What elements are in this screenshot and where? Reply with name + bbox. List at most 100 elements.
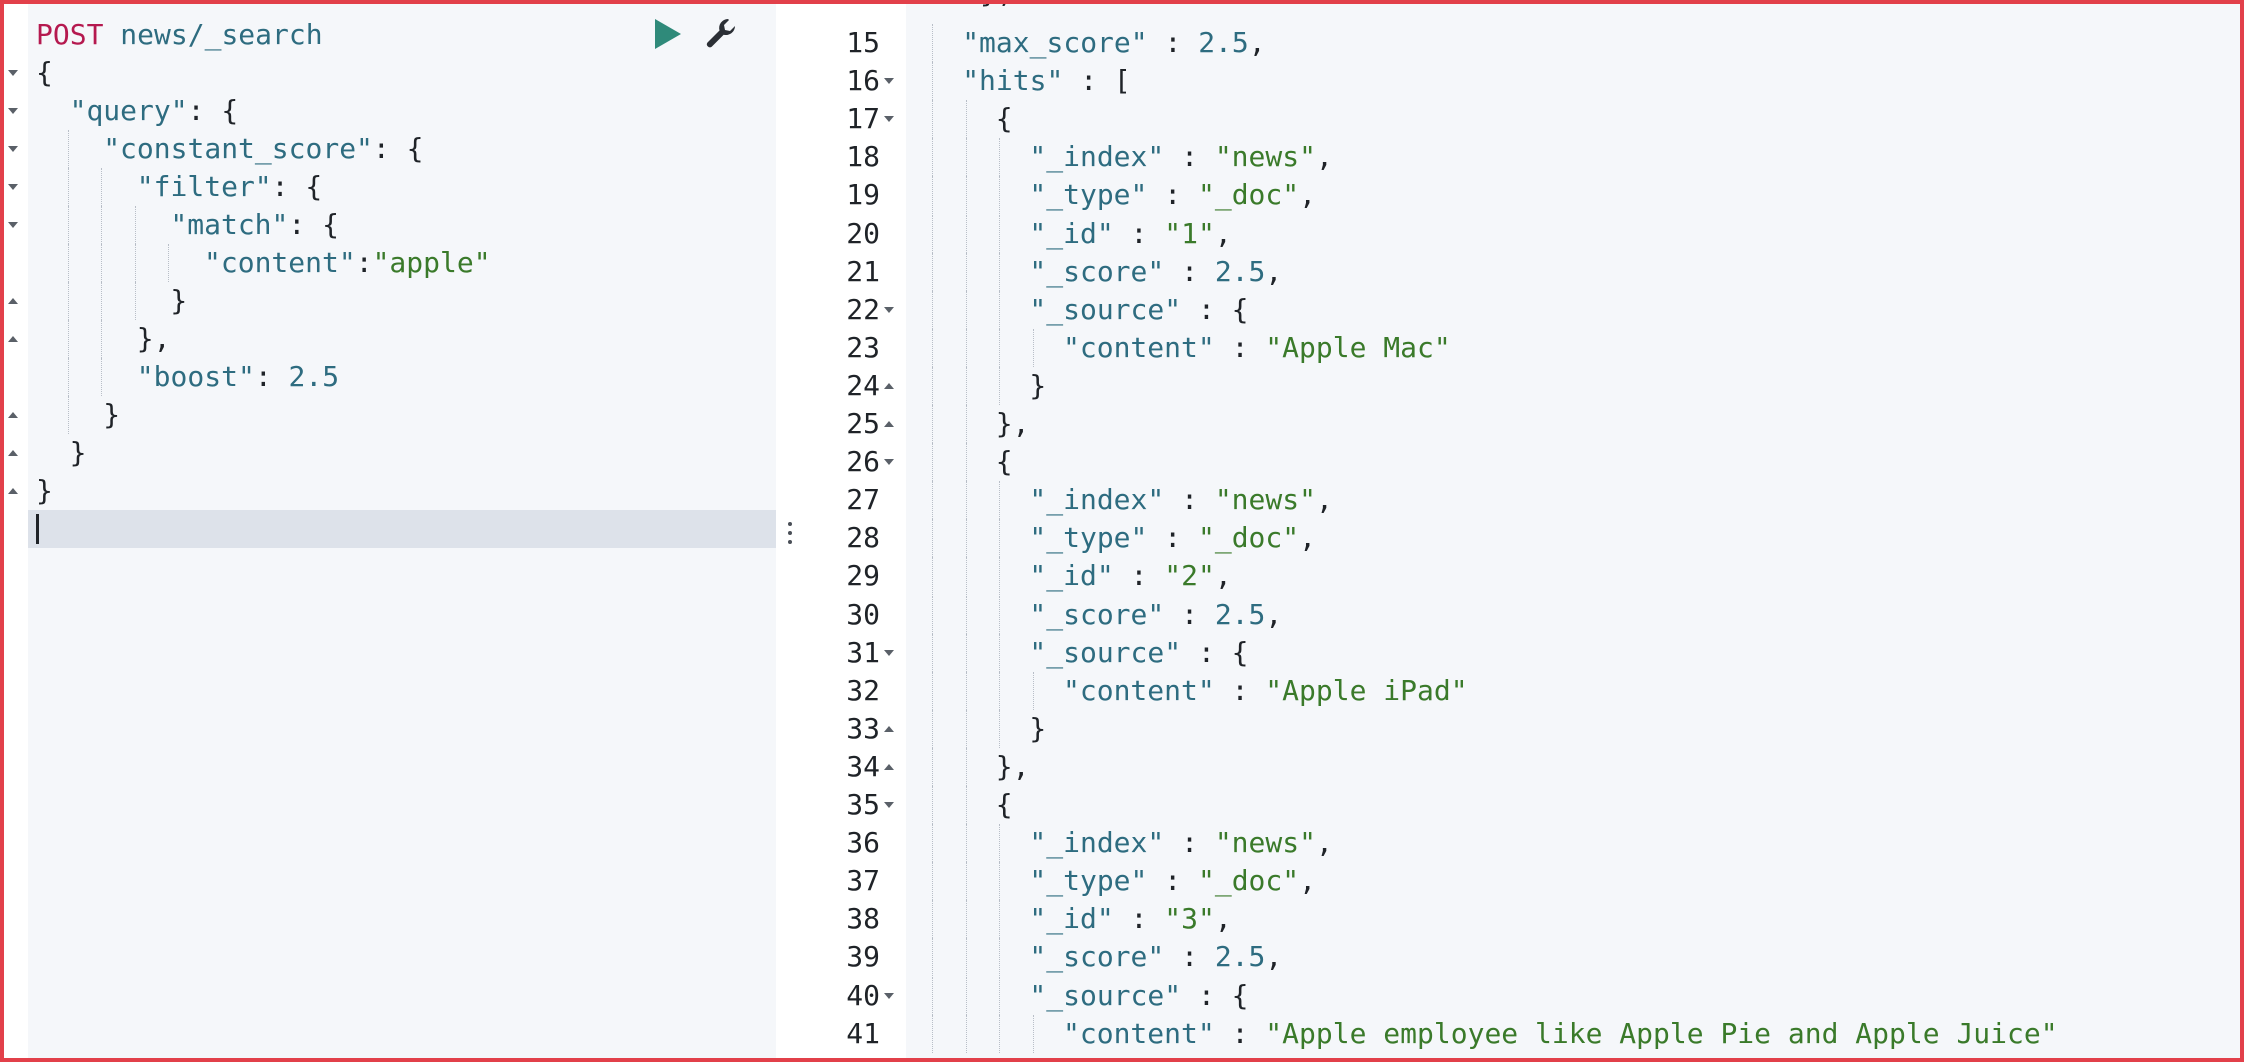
request-code-line: }	[70, 434, 87, 472]
fold-toggle-collapse[interactable]	[6, 168, 20, 206]
code-token: "max_score"	[962, 26, 1148, 59]
response-code-line: "_source" : {	[1029, 634, 1248, 672]
fold-toggle-end[interactable]	[6, 320, 20, 358]
indent-guide	[101, 282, 103, 320]
indent-guide	[932, 214, 933, 253]
clipped-previous-line: },	[980, 0, 1014, 12]
response-code-line: }	[1029, 367, 1046, 405]
indent-guide	[101, 168, 103, 206]
code-token: "content"	[1063, 330, 1215, 364]
fold-toggle-collapse[interactable]	[884, 100, 898, 138]
fold-toggle-collapse[interactable]	[6, 54, 20, 92]
response-code-line: "_score" : 2.5,	[1029, 938, 1282, 976]
indent-guide	[932, 747, 933, 786]
fold-toggle-end[interactable]	[884, 367, 898, 405]
pane-resize-handle[interactable]	[788, 522, 792, 552]
indent-guide	[932, 786, 933, 824]
fold-toggle-end[interactable]	[884, 748, 898, 786]
indent-guide	[965, 671, 967, 710]
request-settings-button[interactable]	[704, 16, 740, 52]
fold-toggle-collapse[interactable]	[884, 443, 898, 481]
code-token: : {	[187, 94, 239, 127]
code-token: "_type"	[1029, 178, 1148, 212]
response-code-line: "_index" : "news",	[1029, 481, 1332, 519]
code-token: :	[1164, 826, 1215, 860]
fold-toggle-collapse[interactable]	[884, 291, 898, 329]
line-number: 31	[846, 635, 880, 669]
fold-toggle-collapse[interactable]	[884, 977, 898, 1015]
fold-toggle-end[interactable]	[6, 396, 20, 434]
indent-guide	[999, 824, 1001, 863]
indent-guide	[932, 1014, 933, 1053]
fold-toggle-collapse[interactable]	[884, 634, 898, 672]
indent-guide	[1032, 671, 1034, 710]
line-number: 33	[846, 711, 880, 745]
code-token: ,	[1299, 178, 1316, 212]
code-token: 2.5	[1214, 254, 1266, 288]
request-code-line: },	[137, 320, 171, 358]
indent-guide	[999, 366, 1001, 405]
line-number: 18	[846, 140, 880, 174]
text-cursor	[36, 514, 39, 544]
line-number: 15	[846, 26, 880, 59]
code-token: 2.5	[288, 360, 340, 393]
code-token: ,	[1265, 254, 1283, 288]
response-code-line: "_source" : {	[1029, 977, 1248, 1015]
fold-toggle-collapse[interactable]	[6, 206, 20, 244]
fold-toggle-end[interactable]	[884, 710, 898, 748]
indent-guide	[932, 595, 933, 634]
indent-guide	[101, 206, 103, 244]
indent-guide	[932, 290, 933, 329]
response-code-line: "_type" : "_doc",	[1029, 862, 1316, 900]
response-code-line: "content" : "Apple Mac"	[1063, 329, 1451, 367]
fold-toggle-end[interactable]	[6, 282, 20, 320]
request-code-line: "match": {	[170, 206, 339, 244]
fold-toggle-collapse[interactable]	[6, 92, 20, 130]
indent-guide	[134, 282, 136, 320]
request-code-line: "boost": 2.5	[137, 358, 339, 396]
code-token: "_id"	[1029, 559, 1114, 593]
fold-toggle-collapse[interactable]	[884, 62, 898, 100]
indent-guide	[932, 328, 933, 367]
response-code-line: },	[996, 405, 1030, 443]
run-request-button[interactable]	[652, 18, 684, 50]
code-token: :	[1113, 902, 1165, 936]
code-token: }	[170, 284, 188, 317]
code-token: : {	[1181, 292, 1249, 326]
line-number: 38	[846, 902, 880, 936]
request-line[interactable]: POST news/_search	[36, 16, 323, 54]
code-token: {	[995, 102, 1013, 136]
response-code-line: "max_score" : 2.5,	[962, 24, 1265, 62]
code-token: ,	[1315, 826, 1333, 860]
fold-toggle-collapse[interactable]	[884, 786, 898, 824]
code-token: : {	[372, 132, 424, 165]
fold-toggle-end[interactable]	[6, 434, 20, 472]
indent-guide	[168, 244, 170, 282]
code-token: "news"	[1214, 140, 1316, 174]
line-number: 20	[846, 216, 880, 250]
code-token: }	[1029, 368, 1047, 402]
indent-guide	[932, 633, 933, 672]
code-token: "Apple Mac"	[1265, 330, 1451, 364]
code-token: :	[1147, 521, 1198, 555]
code-token: "filter"	[136, 170, 272, 203]
indent-guide	[999, 671, 1001, 710]
indent-guide	[67, 396, 69, 434]
fold-toggle-end[interactable]	[6, 472, 20, 510]
line-number: 19	[846, 178, 880, 212]
fold-toggle-end[interactable]	[884, 405, 898, 443]
indent-guide	[965, 100, 967, 139]
code-token: :	[1147, 178, 1198, 212]
indent-guide	[101, 358, 103, 396]
indent-guide	[932, 100, 933, 139]
indent-guide	[932, 824, 933, 863]
indent-guide	[67, 244, 69, 282]
code-token: :	[1214, 673, 1266, 707]
code-token: "boost"	[136, 360, 255, 393]
code-token: 2.5	[1214, 940, 1266, 974]
response-code-line: "_index" : "news",	[1029, 824, 1332, 862]
fold-toggle-collapse[interactable]	[6, 130, 20, 168]
code-token: "_id"	[1029, 902, 1114, 936]
code-token: "constant_score"	[103, 132, 373, 165]
code-token: "apple"	[372, 246, 491, 279]
